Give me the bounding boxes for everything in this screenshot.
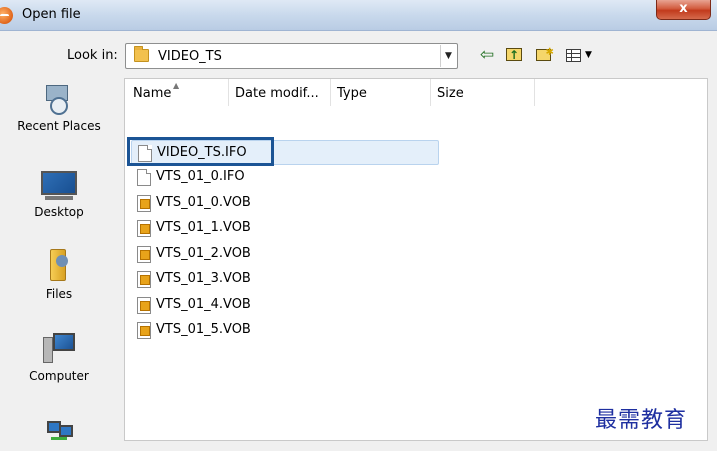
place-recent-places[interactable]: Recent Places [0, 83, 118, 133]
close-button[interactable]: x [656, 0, 711, 20]
column-header-size[interactable]: Size [431, 79, 535, 106]
column-header-type[interactable]: Type [331, 79, 431, 106]
computer-icon [41, 333, 77, 365]
place-files[interactable]: Files [0, 249, 118, 301]
vertical-scrollbar[interactable] [708, 78, 717, 441]
look-in-dropdown[interactable]: VIDEO_TS ▼ [125, 43, 458, 69]
file-name: VTS_01_4.VOB [156, 297, 251, 312]
place-network[interactable] [0, 419, 118, 441]
look-in-label: Look in: [67, 48, 118, 63]
video-file-icon [137, 195, 151, 212]
place-label: Desktop [34, 205, 84, 219]
document-icon [137, 169, 151, 186]
file-name: VTS_01_3.VOB [156, 271, 251, 286]
recent-places-icon [44, 83, 74, 115]
list-item[interactable]: VTS_01_0.IFO [131, 165, 439, 190]
highlight-box [127, 137, 274, 166]
places-bar: Recent Places Desktop Files Computer [0, 75, 118, 451]
sort-ascending-icon: ▲ [173, 81, 180, 90]
look-in-value: VIDEO_TS [158, 49, 222, 64]
up-one-level-icon[interactable] [503, 44, 525, 66]
folder-icon [134, 46, 149, 62]
place-label: Recent Places [17, 119, 101, 133]
user-files-icon [44, 249, 74, 283]
video-file-icon [137, 322, 151, 339]
place-computer[interactable]: Computer [0, 333, 118, 383]
list-item[interactable]: VTS_01_1.VOB [131, 216, 439, 241]
place-label: Files [45, 287, 73, 301]
video-file-icon [137, 246, 151, 263]
list-item[interactable]: VTS_01_5.VOB [131, 318, 439, 343]
file-list[interactable]: ▲ Name Date modif... Type Size VIDEO_TS.… [124, 78, 708, 441]
network-icon [41, 419, 77, 441]
column-headers: ▲ Name Date modif... Type Size [125, 79, 535, 106]
video-file-icon [137, 220, 151, 237]
chevron-down-icon[interactable]: ▼ [440, 45, 456, 67]
list-item[interactable]: VTS_01_4.VOB [131, 293, 439, 318]
column-header-date-modified[interactable]: Date modif... [229, 79, 331, 106]
video-file-icon [137, 271, 151, 288]
watermark-text: 最需教育 [595, 408, 688, 433]
views-menu-icon[interactable]: ▼ [562, 44, 596, 66]
video-file-icon [137, 297, 151, 314]
title-bar: Open file x [0, 0, 717, 31]
new-folder-icon[interactable] [532, 42, 554, 66]
window-title: Open file [22, 7, 81, 22]
desktop-icon [39, 171, 79, 201]
column-header-name[interactable]: ▲ Name [127, 79, 229, 106]
file-name: VTS_01_1.VOB [156, 220, 251, 235]
file-name: VTS_01_0.IFO [156, 169, 245, 184]
file-name: VTS_01_5.VOB [156, 322, 251, 337]
list-item[interactable]: VTS_01_2.VOB [131, 242, 439, 267]
file-name: VTS_01_2.VOB [156, 246, 251, 261]
place-label: Computer [29, 369, 89, 383]
place-desktop[interactable]: Desktop [0, 171, 118, 219]
open-file-dialog: Look in: VIDEO_TS ▼ ⇦ ▼ Recent Places De… [0, 31, 717, 451]
list-item[interactable]: VTS_01_3.VOB [131, 267, 439, 292]
app-icon [0, 7, 13, 24]
list-item[interactable]: VTS_01_0.VOB [131, 191, 439, 216]
back-arrow-icon[interactable]: ⇦ [476, 44, 498, 66]
file-name: VTS_01_0.VOB [156, 195, 251, 210]
